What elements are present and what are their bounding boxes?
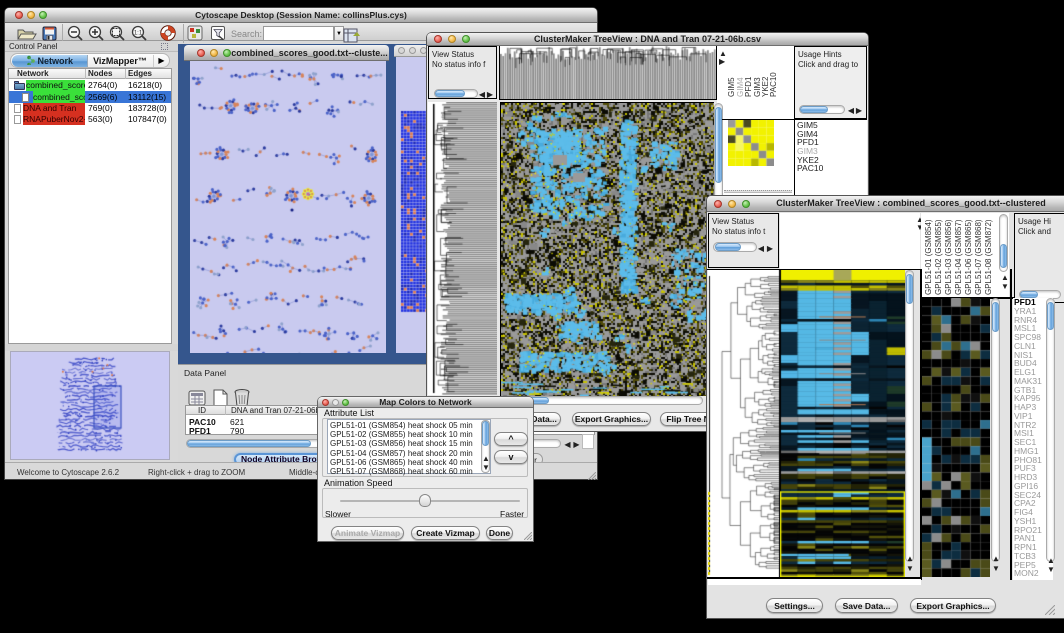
svg-text:Search:: Search: xyxy=(231,29,262,39)
svg-text:1:1: 1:1 xyxy=(134,31,143,37)
